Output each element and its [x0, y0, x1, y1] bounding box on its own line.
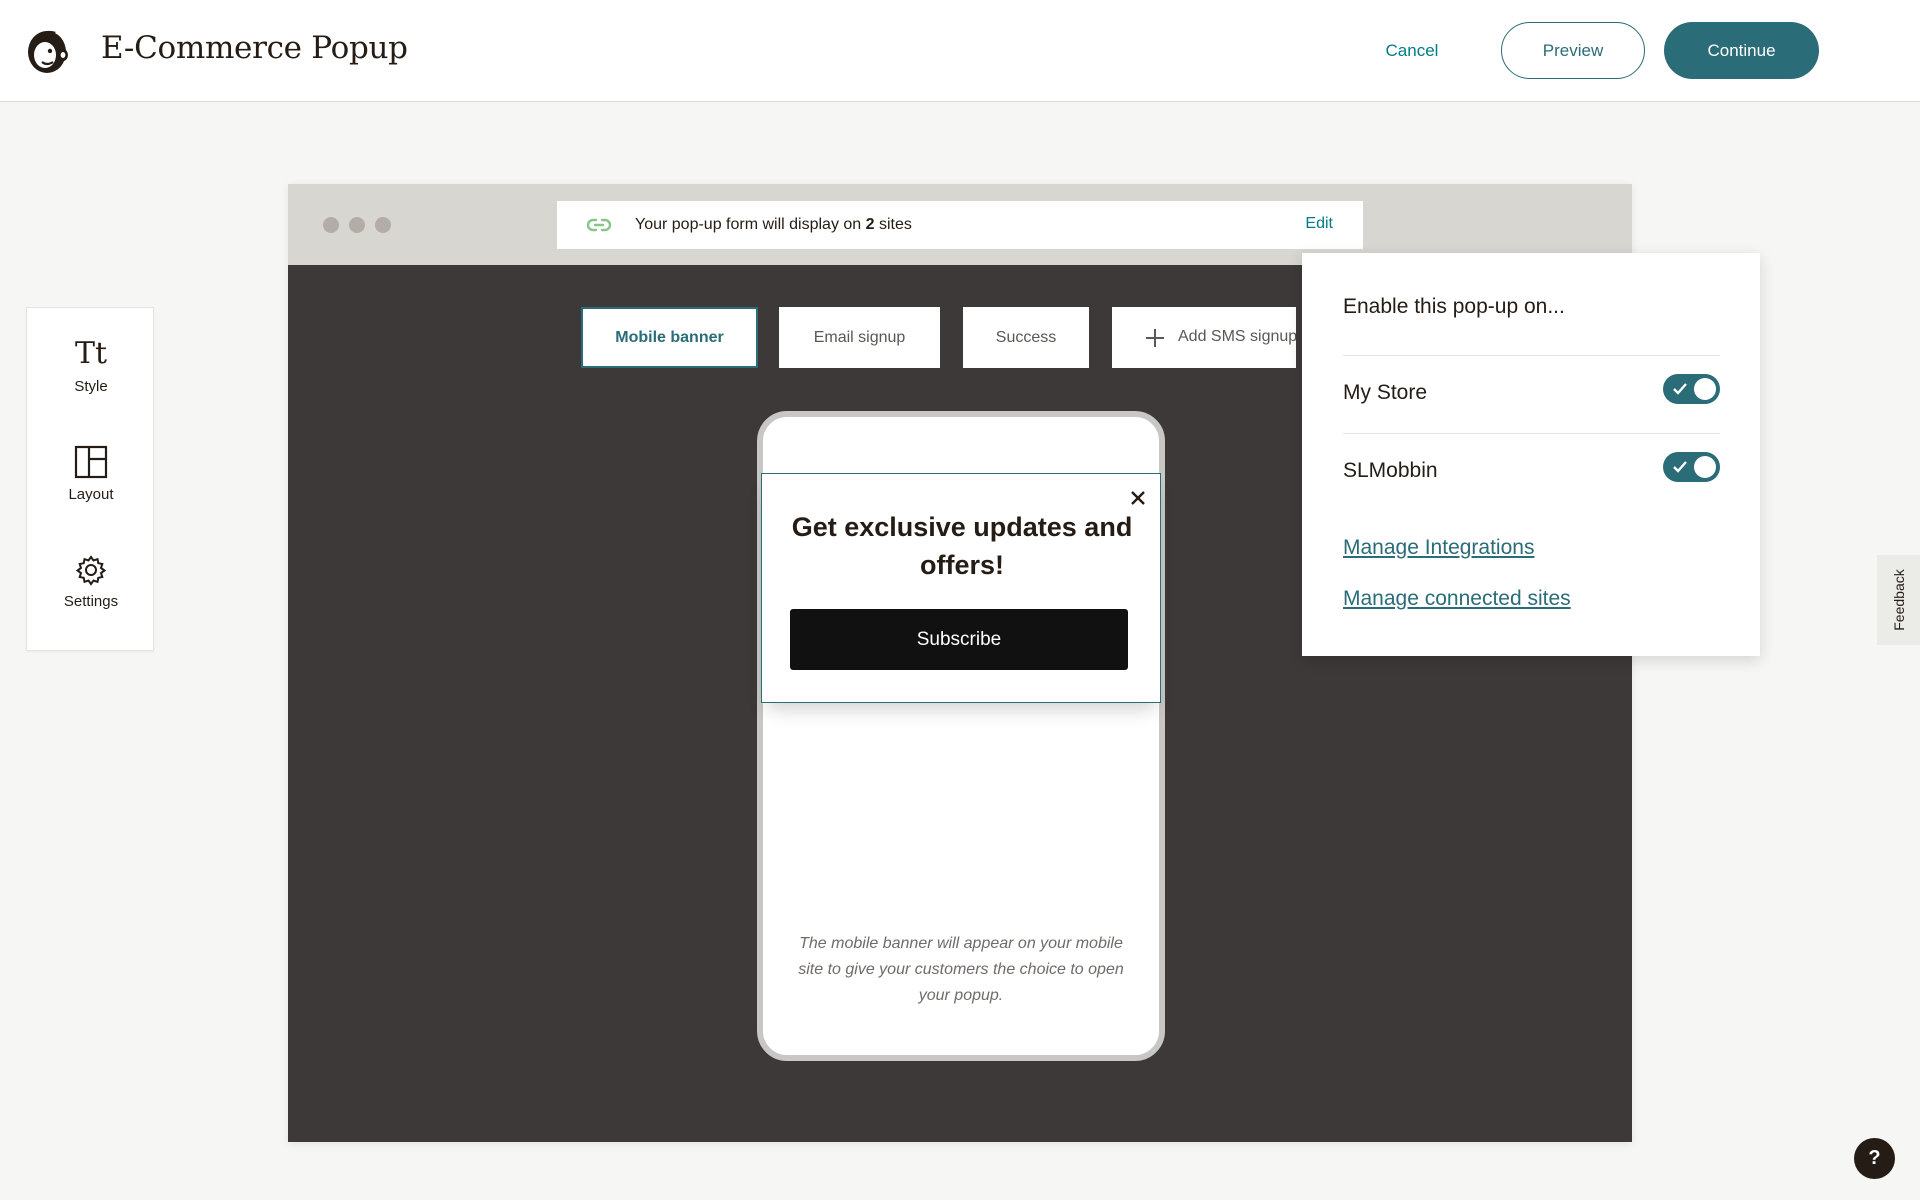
- tool-style-label: Style: [74, 378, 108, 395]
- continue-button[interactable]: Continue: [1664, 22, 1819, 79]
- sites-display-text: Your pop-up form will display on 2 sites: [635, 216, 912, 233]
- close-icon[interactable]: [1126, 486, 1150, 510]
- site-name: SLMobbin: [1343, 459, 1438, 482]
- site-row-my-store: My Store: [1343, 355, 1720, 433]
- check-icon: [1673, 383, 1687, 395]
- site-toggle-slmobbin[interactable]: [1663, 452, 1720, 482]
- gear-icon: [75, 555, 107, 586]
- site-name: My Store: [1343, 381, 1428, 404]
- sites-display-bar: Your pop-up form will display on 2 sites…: [557, 201, 1363, 249]
- toggle-knob: [1694, 456, 1716, 478]
- tab-add-sms-signup[interactable]: Add SMS signup: [1112, 307, 1296, 368]
- window-dot: [349, 217, 365, 233]
- style-icon: Tt: [74, 336, 108, 371]
- page-title: E-Commerce Popup: [101, 30, 408, 66]
- cancel-button[interactable]: Cancel: [1362, 29, 1462, 73]
- manage-connected-sites-link[interactable]: Manage connected sites: [1343, 587, 1571, 611]
- toggle-knob: [1694, 378, 1716, 400]
- dropdown-title: Enable this pop-up on...: [1343, 295, 1565, 318]
- popup-banner[interactable]: Get exclusive updates and offers! Subscr…: [761, 473, 1161, 703]
- tool-layout[interactable]: Layout: [27, 444, 155, 544]
- tool-settings[interactable]: Settings: [27, 553, 155, 653]
- popup-heading: Get exclusive updates and offers!: [791, 512, 1133, 580]
- tab-email-signup[interactable]: Email signup: [779, 307, 940, 368]
- manage-integrations-link[interactable]: Manage Integrations: [1343, 536, 1534, 560]
- check-icon: [1673, 461, 1687, 473]
- preview-button[interactable]: Preview: [1501, 22, 1645, 79]
- mobile-banner-note: The mobile banner will appear on your mo…: [798, 935, 1124, 1004]
- design-tools-panel: Tt Style Layout Settings: [26, 307, 154, 651]
- window-dot: [323, 217, 339, 233]
- mobile-preview-frame: Get exclusive updates and offers! Subscr…: [757, 411, 1165, 1061]
- mailchimp-logo-icon[interactable]: [22, 24, 72, 76]
- site-toggle-my-store[interactable]: [1663, 374, 1720, 404]
- feedback-tab[interactable]: Feedback: [1877, 555, 1920, 645]
- feedback-label: Feedback: [1890, 569, 1907, 631]
- tool-layout-label: Layout: [68, 486, 114, 503]
- plus-icon: [1146, 329, 1164, 347]
- enable-popup-dropdown: Enable this pop-up on... My Store SLMobb…: [1302, 253, 1760, 656]
- edit-sites-link[interactable]: Edit: [1305, 215, 1333, 233]
- tab-add-sms-label: Add SMS signup: [1178, 328, 1296, 345]
- tab-success[interactable]: Success: [963, 307, 1089, 368]
- layout-icon: [74, 445, 108, 479]
- tool-style[interactable]: Tt Style: [27, 336, 155, 436]
- window-dot: [375, 217, 391, 233]
- tool-settings-label: Settings: [63, 593, 119, 610]
- site-row-slmobbin: SLMobbin: [1343, 433, 1720, 511]
- tab-mobile-banner[interactable]: Mobile banner: [581, 307, 758, 368]
- help-button[interactable]: ?: [1854, 1138, 1895, 1179]
- site-count: 2: [865, 216, 875, 233]
- link-icon: [586, 218, 612, 232]
- subscribe-button[interactable]: Subscribe: [790, 609, 1128, 670]
- top-header: E-Commerce Popup Cancel Preview Continue: [0, 0, 1920, 102]
